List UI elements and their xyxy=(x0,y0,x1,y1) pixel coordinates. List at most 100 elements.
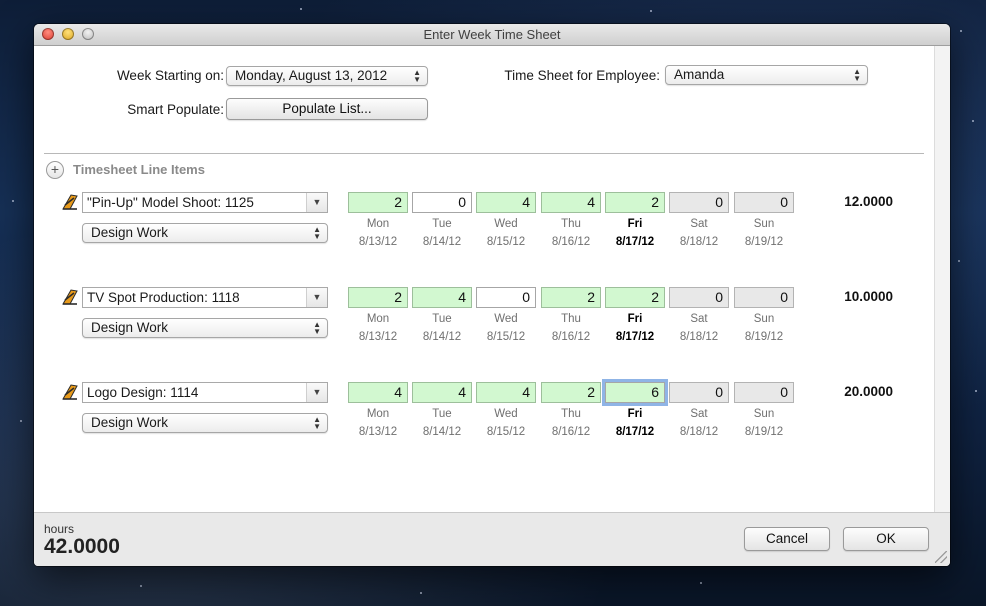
date-label: 8/15/12 xyxy=(486,331,526,343)
combo-arrow-icon[interactable]: ▼ xyxy=(306,383,327,402)
popup-arrows-icon: ▲ ▼ xyxy=(313,415,321,431)
day-label: Sun xyxy=(753,408,775,420)
hours-field-mon[interactable]: 4 xyxy=(348,382,408,403)
hours-field-fri[interactable]: 6 xyxy=(602,379,668,406)
project-value: Logo Design: 1114 xyxy=(87,385,199,400)
hours-field-thu[interactable]: 4 xyxy=(541,192,601,213)
week-starting-popup[interactable]: Monday, August 13, 2012 ▲ ▼ xyxy=(226,66,428,86)
date-label: 8/16/12 xyxy=(551,236,591,248)
popup-arrows-icon: ▲ ▼ xyxy=(413,68,421,84)
add-line-item-plus-icon[interactable]: + xyxy=(46,161,64,179)
clapperboard-icon xyxy=(61,193,79,211)
clapperboard-icon xyxy=(61,383,79,401)
day-label: Wed xyxy=(494,313,518,325)
hours-field-wed[interactable]: 4 xyxy=(476,382,536,403)
day-label: Tue xyxy=(432,313,452,325)
date-label: 8/18/12 xyxy=(679,331,719,343)
day-label: Fri xyxy=(627,408,643,420)
hours-field-sat[interactable]: 0 xyxy=(669,287,729,308)
hours-field-thu[interactable]: 2 xyxy=(541,382,601,403)
row-total-hours: 12.0000 xyxy=(844,194,893,209)
hours-field-sun[interactable]: 0 xyxy=(734,287,794,308)
task-popup[interactable]: Design Work ▲ ▼ xyxy=(82,318,328,338)
window-title: Enter Week Time Sheet xyxy=(423,27,561,42)
day-label: Tue xyxy=(432,218,452,230)
employee-popup[interactable]: Amanda ▲ ▼ xyxy=(665,65,868,85)
vertical-scrollbar[interactable] xyxy=(934,46,950,512)
ok-button[interactable]: OK xyxy=(843,527,929,551)
date-label: 8/19/12 xyxy=(744,426,784,438)
task-popup[interactable]: Design Work ▲ ▼ xyxy=(82,223,328,243)
project-combo[interactable]: Logo Design: 1114 ▼ xyxy=(82,382,328,403)
project-combo[interactable]: "Pin-Up" Model Shoot: 1125 ▼ xyxy=(82,192,328,213)
date-label: 8/13/12 xyxy=(358,331,398,343)
combo-arrow-icon[interactable]: ▼ xyxy=(306,288,327,307)
date-label: 8/17/12 xyxy=(615,236,655,248)
task-popup[interactable]: Design Work ▲ ▼ xyxy=(82,413,328,433)
hours-field-sat[interactable]: 0 xyxy=(669,382,729,403)
hours-field-mon[interactable]: 2 xyxy=(348,192,408,213)
task-value: Design Work xyxy=(91,320,169,335)
popup-arrows-icon: ▲ ▼ xyxy=(313,225,321,241)
row-total-hours: 10.0000 xyxy=(844,289,893,304)
day-label: Mon xyxy=(366,313,390,325)
dialog-footer: hours 42.0000 Cancel OK xyxy=(34,512,950,566)
hours-total: 42.0000 xyxy=(44,535,120,558)
hours-field-sun[interactable]: 0 xyxy=(734,382,794,403)
project-combo[interactable]: TV Spot Production: 1118 ▼ xyxy=(82,287,328,308)
popup-arrows-icon: ▲ ▼ xyxy=(313,320,321,336)
date-label: 8/17/12 xyxy=(615,331,655,343)
row-total-hours: 20.0000 xyxy=(844,384,893,399)
populate-list-button[interactable]: Populate List... xyxy=(226,98,428,120)
date-label: 8/18/12 xyxy=(679,426,719,438)
hours-field-sat[interactable]: 0 xyxy=(669,192,729,213)
hours-field-fri[interactable]: 2 xyxy=(605,192,665,213)
popup-arrows-icon: ▲ ▼ xyxy=(853,67,861,83)
hours-field-thu[interactable]: 2 xyxy=(541,287,601,308)
hours-field-tue[interactable]: 0 xyxy=(412,192,472,213)
resize-grip-icon[interactable] xyxy=(935,551,947,563)
date-label: 8/19/12 xyxy=(744,331,784,343)
date-label: 8/14/12 xyxy=(422,331,462,343)
project-value: "Pin-Up" Model Shoot: 1125 xyxy=(87,195,254,210)
day-label: Fri xyxy=(627,218,643,230)
combo-arrow-icon[interactable]: ▼ xyxy=(306,193,327,212)
day-label: Sat xyxy=(690,408,708,420)
hours-field-wed[interactable]: 4 xyxy=(476,192,536,213)
day-label: Sun xyxy=(753,313,775,325)
day-label: Sat xyxy=(690,218,708,230)
clapperboard-icon xyxy=(61,288,79,306)
date-label: 8/15/12 xyxy=(486,236,526,248)
date-label: 8/13/12 xyxy=(358,236,398,248)
day-label: Wed xyxy=(494,218,518,230)
task-value: Design Work xyxy=(91,225,169,240)
employee-label: Time Sheet for Employee: xyxy=(504,68,660,83)
day-label: Mon xyxy=(366,218,390,230)
task-value: Design Work xyxy=(91,415,169,430)
day-label: Mon xyxy=(366,408,390,420)
timesheet-window: Enter Week Time Sheet Week Starting on: … xyxy=(34,24,950,566)
date-label: 8/15/12 xyxy=(486,426,526,438)
hours-field-tue[interactable]: 4 xyxy=(412,382,472,403)
employee-value: Amanda xyxy=(674,67,725,82)
week-starting-label: Week Starting on: xyxy=(116,68,224,83)
week-starting-value: Monday, August 13, 2012 xyxy=(235,68,388,83)
date-label: 8/14/12 xyxy=(422,236,462,248)
day-label: Sat xyxy=(690,313,708,325)
hours-field-sun[interactable]: 0 xyxy=(734,192,794,213)
day-label: Sun xyxy=(753,218,775,230)
day-label: Thu xyxy=(561,313,581,325)
hours-field-wed[interactable]: 0 xyxy=(476,287,536,308)
day-label: Tue xyxy=(432,408,452,420)
date-label: 8/17/12 xyxy=(615,426,655,438)
hours-field-fri[interactable]: 2 xyxy=(605,287,665,308)
project-value: TV Spot Production: 1118 xyxy=(87,290,240,305)
title-bar: Enter Week Time Sheet xyxy=(34,24,950,46)
date-label: 8/19/12 xyxy=(744,236,784,248)
hours-field-tue[interactable]: 4 xyxy=(412,287,472,308)
date-label: 8/13/12 xyxy=(358,426,398,438)
hours-label: hours xyxy=(44,522,75,536)
cancel-button[interactable]: Cancel xyxy=(744,527,830,551)
hours-field-mon[interactable]: 2 xyxy=(348,287,408,308)
day-label: Wed xyxy=(494,408,518,420)
